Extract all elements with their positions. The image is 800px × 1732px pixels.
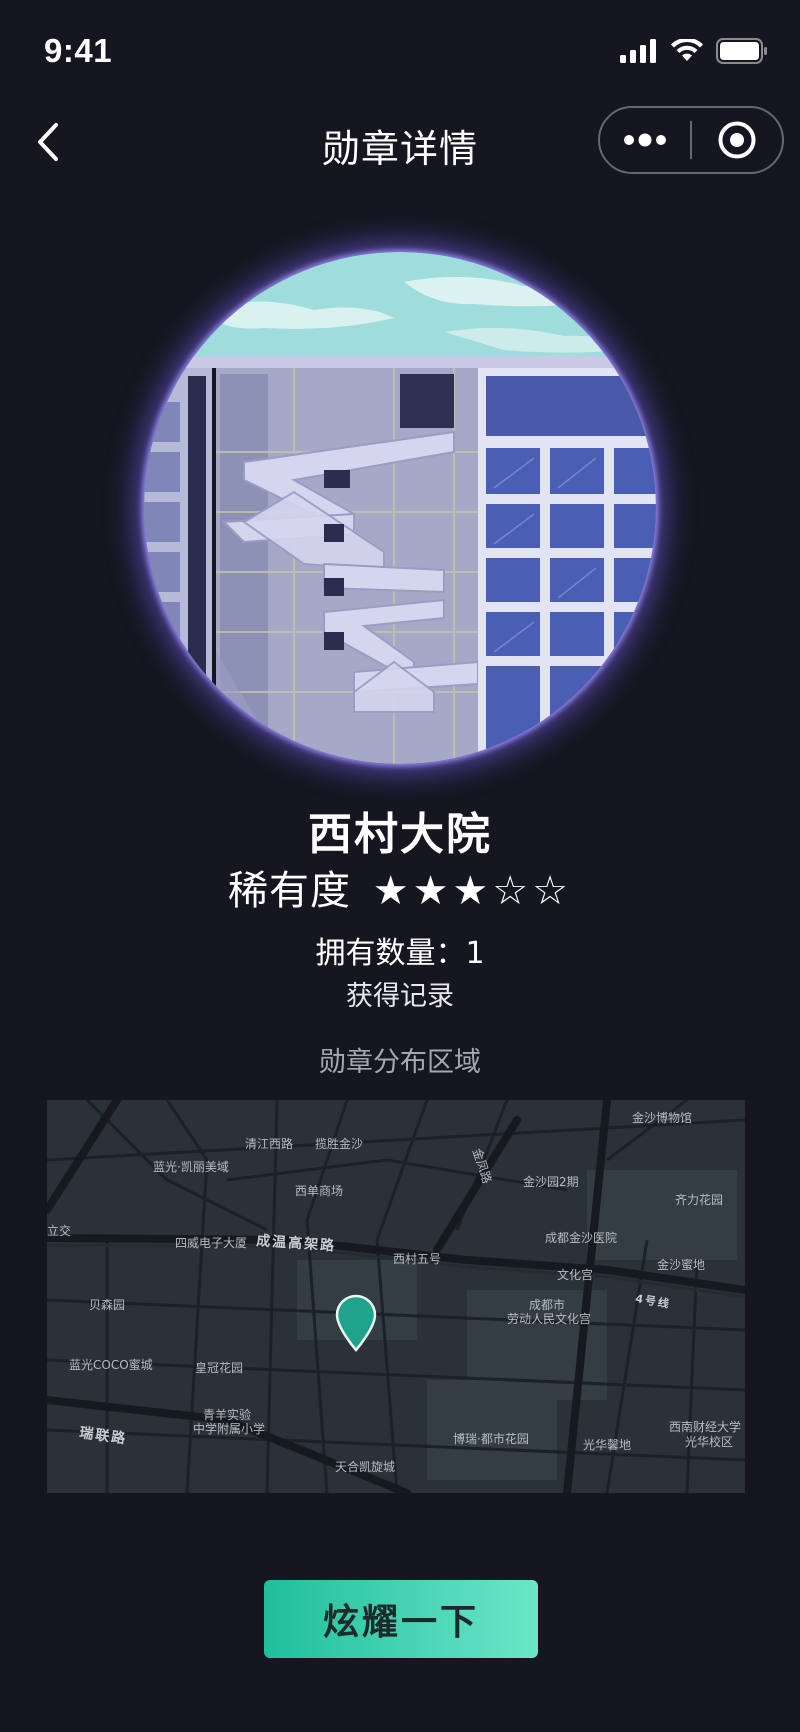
more-dots-icon xyxy=(624,133,666,147)
owned-label: 拥有数量： xyxy=(315,936,466,971)
badge-image xyxy=(144,252,656,764)
map-label: 西村五号 xyxy=(393,1252,442,1266)
map-label: 四威电子大厦 xyxy=(175,1236,248,1250)
rarity-stars: ★★★☆☆ xyxy=(372,868,572,914)
owned-count: 1 xyxy=(465,936,485,971)
map-label: 文化宫 xyxy=(557,1268,594,1282)
signal-icon xyxy=(620,39,656,63)
status-icons xyxy=(620,38,768,64)
rarity-row: 稀有度 ★★★☆☆ xyxy=(0,858,800,916)
close-miniprogram-button[interactable] xyxy=(692,108,782,172)
map-label: 金沙园2期 xyxy=(523,1175,579,1189)
map-label: 中学附属小学 xyxy=(193,1422,266,1436)
show-off-button[interactable]: 炫耀一下 xyxy=(264,1580,538,1658)
map-label: 揽胜金沙 xyxy=(315,1137,364,1151)
map-label: 蓝光COCO蜜城 xyxy=(69,1358,153,1372)
target-circle-icon xyxy=(718,121,756,159)
status-bar: 9:41 xyxy=(0,0,800,100)
more-button[interactable] xyxy=(600,108,690,172)
location-pin-icon[interactable] xyxy=(335,1294,377,1352)
battery-icon xyxy=(716,38,767,64)
map-label: 齐力花园 xyxy=(675,1193,724,1207)
wifi-icon xyxy=(671,39,703,61)
badge-name: 西村大院 xyxy=(308,809,492,860)
distribution-section-title: 勋章分布区域 xyxy=(319,1047,481,1078)
status-time: 9:41 xyxy=(44,32,113,69)
map-label: 成都金沙医院 xyxy=(545,1231,618,1245)
distribution-map[interactable]: 金沙博物馆 清江西路 揽胜金沙 蓝光·凯丽美域 金凤路 金沙园2期 西单商场 齐… xyxy=(47,1100,745,1493)
owned-count-row: 拥有数量：1 xyxy=(0,928,800,972)
map-label: 金沙博物馆 xyxy=(632,1111,693,1125)
map-label: 贝森园 xyxy=(89,1298,126,1312)
nav-bar: 勋章详情 xyxy=(0,100,800,184)
map-label: 立交 xyxy=(47,1224,72,1238)
map-label: 劳动人民文化宫 xyxy=(507,1312,592,1326)
map-label: 博瑞·都市花园 xyxy=(453,1432,529,1446)
map-label: 天合凯旋城 xyxy=(335,1460,396,1474)
map-label: 皇冠花园 xyxy=(195,1361,244,1375)
map-label: 西单商场 xyxy=(295,1184,344,1198)
map-label: 光华馨地 xyxy=(583,1438,632,1452)
map-label: 清江西路 xyxy=(245,1137,294,1151)
map-label: 光华校区 xyxy=(685,1435,734,1449)
map-label: 金沙蜜地 xyxy=(657,1258,706,1272)
acquisition-record-link[interactable]: 获得记录 xyxy=(0,974,800,1013)
mini-program-capsule xyxy=(598,106,784,174)
rarity-label: 稀有度 xyxy=(227,868,351,914)
map-label: 蓝光·凯丽美域 xyxy=(153,1160,229,1174)
